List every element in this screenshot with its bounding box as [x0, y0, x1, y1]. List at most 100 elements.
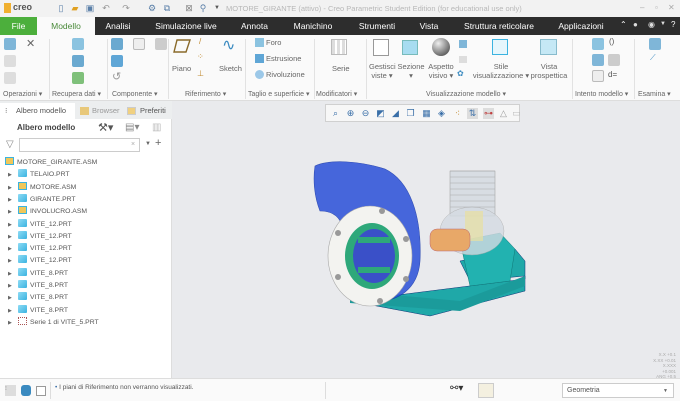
- redo-icon[interactable]: ↷: [121, 3, 131, 13]
- collapse-ribbon-icon[interactable]: ⌃: [620, 20, 627, 29]
- zoom-out-icon[interactable]: ⊖: [360, 108, 371, 119]
- foro-button[interactable]: Foro: [266, 38, 281, 47]
- sketch-button[interactable]: Sketch: [219, 64, 242, 73]
- tab-browser[interactable]: Browser: [76, 103, 121, 119]
- table-icon[interactable]: [592, 70, 604, 82]
- group-visualizzazione-modello[interactable]: Visualizzazione modello ▾: [426, 90, 506, 98]
- browser-toggle-icon[interactable]: [21, 385, 31, 396]
- group-taglio-superficie[interactable]: Taglio e superficie ▾: [248, 90, 310, 98]
- maximize-button[interactable]: ▫: [655, 3, 658, 12]
- tree-item[interactable]: ▶ VITE_8.PRT: [8, 292, 68, 304]
- show-icon[interactable]: ▤▾: [125, 122, 139, 133]
- expand-arrow-icon[interactable]: ▶: [8, 194, 18, 206]
- expand-arrow-icon[interactable]: ▶: [8, 317, 18, 329]
- tree-item[interactable]: ▶ VITE_12.PRT: [8, 230, 72, 243]
- selection-buffer-icon[interactable]: [478, 383, 494, 398]
- plane-icon[interactable]: [173, 39, 191, 53]
- undo-icon[interactable]: ↶: [101, 3, 111, 13]
- windows-icon[interactable]: ⧉: [162, 3, 172, 13]
- refit-icon[interactable]: ⌕: [330, 108, 341, 119]
- new-file-icon[interactable]: ▯: [56, 3, 66, 13]
- group-riferimento[interactable]: Riferimento ▾: [185, 90, 226, 98]
- tab-analisi[interactable]: Analisi: [98, 17, 138, 35]
- expand-arrow-icon[interactable]: ▶: [8, 231, 18, 243]
- extrude-icon[interactable]: [255, 54, 264, 63]
- view-manager-icon[interactable]: [373, 39, 389, 56]
- tab-strumenti[interactable]: Strumenti: [352, 17, 402, 35]
- copy-geometry-icon[interactable]: [72, 55, 84, 67]
- tree-root[interactable]: MOTORE_GIRANTE.ASM: [5, 157, 97, 169]
- copy-icon[interactable]: [4, 55, 16, 67]
- parameters-icon[interactable]: (): [609, 37, 614, 46]
- close-window-icon[interactable]: ⊠: [184, 3, 194, 13]
- close-button[interactable]: ✕: [668, 3, 675, 12]
- search-dropdown-icon[interactable]: ▼: [145, 141, 151, 147]
- point-icon[interactable]: ⁘: [197, 52, 204, 61]
- tab-albero-modello[interactable]: ⁝ Albero modello: [0, 103, 75, 119]
- gestisci-viste-button[interactable]: Gestisci viste ▾: [369, 62, 396, 80]
- drag-components-icon[interactable]: [155, 38, 167, 50]
- group-recupera-dati[interactable]: Recupera dati ▾: [52, 90, 101, 98]
- expand-arrow-icon[interactable]: ▶: [8, 206, 18, 218]
- expand-arrow-icon[interactable]: ▶: [8, 255, 18, 267]
- tree-item[interactable]: ▶ Serie 1 di VITE_5.PRT: [8, 316, 99, 329]
- find-binoculars-icon[interactable]: ⚯▾: [450, 383, 463, 394]
- orient-icon[interactable]: [459, 40, 467, 48]
- section-icon[interactable]: [402, 40, 418, 55]
- tab-modello[interactable]: Modello: [37, 17, 95, 35]
- tab-vista[interactable]: Vista: [413, 17, 445, 35]
- view-manager-icon[interactable]: ▦: [421, 108, 432, 119]
- zoom-in-icon[interactable]: ⊕: [345, 108, 356, 119]
- user-defined-feature-icon[interactable]: [72, 38, 84, 50]
- tree-search-input[interactable]: [19, 138, 140, 152]
- repeat-icon[interactable]: ↺: [112, 70, 121, 83]
- vista-prospettica-button[interactable]: Vista prospettica: [530, 62, 568, 80]
- expand-arrow-icon[interactable]: ▶: [8, 182, 18, 194]
- rivoluzione-button[interactable]: Rivoluzione: [266, 70, 305, 79]
- saved-views-icon[interactable]: ▭: [511, 108, 522, 119]
- group-esamina[interactable]: Esamina ▾: [638, 90, 671, 98]
- paste-icon[interactable]: [4, 72, 16, 84]
- serie-button[interactable]: Serie: [332, 64, 350, 73]
- group-intento-modello[interactable]: Intento modello ▾: [575, 90, 628, 98]
- full-screen-icon[interactable]: [36, 386, 46, 396]
- delete-icon[interactable]: ✕: [26, 37, 35, 50]
- graphics-viewport[interactable]: ⌕ ⊕ ⊖ ◩ ◢ ❒ ▦ ◈ ⁖ ⇅ ⊶ △ ▭ X.X +0.1 X.XX …: [172, 101, 680, 379]
- save-icon[interactable]: ▣: [85, 3, 95, 13]
- perspective-icon[interactable]: ◈: [436, 108, 447, 119]
- estrusione-button[interactable]: Estrusione: [266, 54, 301, 63]
- expand-arrow-icon[interactable]: ▶: [8, 169, 18, 181]
- expand-arrow-icon[interactable]: ▶: [8, 305, 18, 317]
- display-style-icon[interactable]: [492, 39, 508, 55]
- selection-filter-select[interactable]: Geometria ▼: [562, 383, 674, 398]
- aspetto-visivo-button[interactable]: Aspetto visivo ▾: [427, 62, 455, 80]
- tab-struttura-reticolare[interactable]: Struttura reticolare: [456, 17, 542, 35]
- group-operazioni[interactable]: Operazioni ▾: [3, 90, 42, 98]
- group-modificatori[interactable]: Modificatori ▾: [316, 90, 357, 98]
- relations-icon[interactable]: [608, 54, 620, 66]
- expand-arrow-icon[interactable]: ▶: [8, 243, 18, 255]
- tree-item[interactable]: ▶ MOTORE.ASM: [8, 181, 76, 194]
- pattern-icon[interactable]: [331, 39, 347, 55]
- piano-button[interactable]: Piano: [172, 64, 191, 73]
- datum-display-icon[interactable]: ⁖: [452, 108, 463, 119]
- settings-icon[interactable]: ⚲: [198, 3, 208, 13]
- sezione-button[interactable]: Sezione ▾: [397, 62, 425, 80]
- tab-applicazioni[interactable]: Applicazioni: [553, 17, 609, 35]
- expand-arrow-icon[interactable]: ▶: [8, 292, 18, 304]
- dimension-icon[interactable]: d=: [608, 70, 617, 79]
- expand-arrow-icon[interactable]: ▶: [8, 219, 18, 231]
- customize-dropdown-icon[interactable]: ▼: [212, 3, 222, 13]
- assemble-icon[interactable]: [111, 38, 123, 50]
- publish-geometry-icon[interactable]: [592, 54, 604, 66]
- global-interference-icon[interactable]: [649, 38, 661, 50]
- tab-file[interactable]: File: [0, 17, 37, 35]
- axis-icon[interactable]: /: [199, 37, 201, 46]
- community-icon[interactable]: ◉: [648, 20, 655, 29]
- family-table-icon[interactable]: [592, 38, 604, 50]
- hole-icon[interactable]: [255, 38, 264, 47]
- display-icon[interactable]: ✿: [457, 69, 464, 78]
- saved-orientations-icon[interactable]: ❒: [405, 108, 416, 119]
- perspective-view-icon[interactable]: [540, 39, 557, 55]
- repaint-icon[interactable]: ◩: [375, 108, 386, 119]
